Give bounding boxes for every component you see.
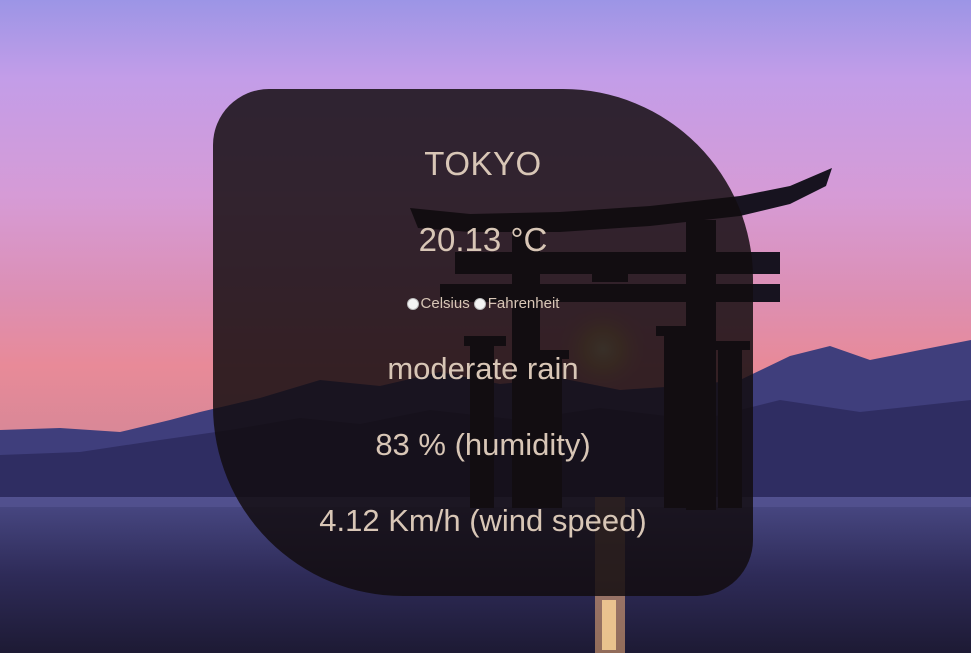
weather-card: TOKYO 20.13 °C Celsius Fahrenheit modera… (213, 89, 753, 596)
city-name: TOKYO (424, 145, 542, 182)
celsius-label: Celsius (420, 295, 470, 312)
celsius-option[interactable]: Celsius (406, 295, 470, 313)
humidity-value: 83 % (humidity) (375, 427, 591, 462)
unit-selector: Celsius Fahrenheit (213, 295, 753, 313)
fahrenheit-label: Fahrenheit (487, 295, 560, 312)
fahrenheit-radio[interactable] (473, 298, 486, 310)
fahrenheit-option[interactable]: Fahrenheit (473, 295, 560, 313)
temperature-value: 20.13 °C (418, 221, 548, 258)
celsius-radio[interactable] (406, 298, 419, 310)
weather-description: moderate rain (387, 351, 579, 386)
wind-speed-value: 4.12 Km/h (wind speed) (319, 503, 647, 538)
